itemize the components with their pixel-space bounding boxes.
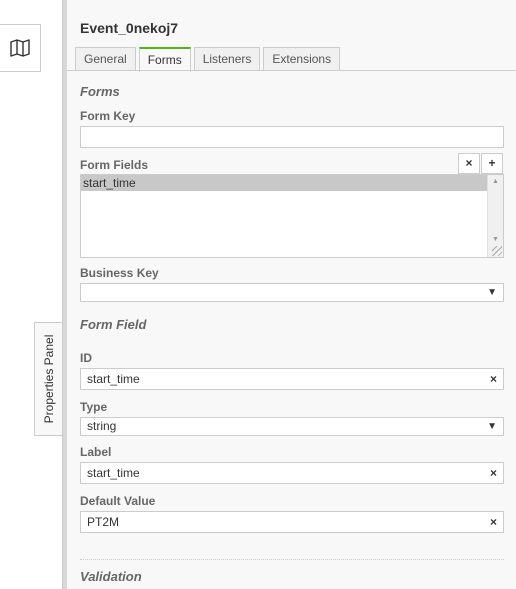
forms-group-title: Forms	[80, 84, 120, 99]
default-value-value: PT2M	[87, 515, 120, 529]
canvas-area[interactable]: Properties Panel	[0, 0, 62, 589]
validation-group-title: Validation	[80, 569, 142, 584]
resize-grip-icon[interactable]	[492, 246, 502, 256]
form-fields-list[interactable]: start_time ▲ ▼	[80, 174, 504, 258]
map-toggle-button[interactable]	[0, 24, 41, 72]
tab-divider	[67, 70, 516, 71]
form-key-label: Form Key	[80, 109, 136, 123]
list-scrollbar[interactable]: ▲ ▼	[487, 175, 503, 257]
id-label: ID	[80, 351, 92, 365]
business-key-select[interactable]: ▼	[80, 283, 504, 302]
map-icon	[10, 39, 30, 57]
list-item[interactable]: start_time	[81, 175, 488, 191]
default-value-label: Default Value	[80, 494, 156, 508]
type-value: string	[87, 419, 117, 433]
business-key-label: Business Key	[80, 266, 159, 280]
scroll-down-icon[interactable]: ▼	[488, 236, 503, 243]
clear-default-value-icon[interactable]: ×	[490, 512, 497, 532]
tab-bar: General Forms Listeners Extensions	[75, 47, 343, 72]
chevron-down-icon: ▼	[487, 287, 497, 298]
default-value-input[interactable]: PT2M ×	[80, 511, 504, 533]
add-form-field-button[interactable]: +	[481, 153, 503, 174]
label-input[interactable]: start_time ×	[80, 462, 504, 484]
id-input[interactable]: start_time ×	[80, 368, 504, 390]
tab-listeners[interactable]: Listeners	[193, 47, 261, 70]
panel-title: Event_0nekoj7	[80, 20, 179, 36]
group-divider	[80, 559, 504, 560]
label-value: start_time	[87, 466, 140, 480]
remove-form-field-button[interactable]: ×	[458, 153, 480, 174]
properties-panel: Event_0nekoj7 General Forms Listeners Ex…	[62, 0, 516, 589]
form-field-group-title: Form Field	[80, 317, 147, 332]
tab-extensions[interactable]: Extensions	[263, 47, 341, 70]
chevron-down-icon: ▼	[487, 421, 497, 432]
clear-id-icon[interactable]: ×	[490, 369, 497, 389]
scroll-up-icon[interactable]: ▲	[488, 178, 503, 185]
properties-panel-toggle[interactable]: Properties Panel	[34, 322, 62, 436]
properties-panel-toggle-label: Properties Panel	[41, 334, 56, 424]
label-label: Label	[80, 445, 112, 459]
form-fields-label: Form Fields	[80, 158, 149, 172]
tab-forms[interactable]: Forms	[138, 47, 191, 72]
type-label: Type	[80, 400, 108, 414]
form-key-input[interactable]	[80, 126, 504, 148]
id-value: start_time	[87, 372, 140, 386]
type-select[interactable]: string ▼	[80, 417, 504, 436]
clear-label-icon[interactable]: ×	[490, 463, 497, 483]
tab-general[interactable]: General	[75, 47, 136, 70]
